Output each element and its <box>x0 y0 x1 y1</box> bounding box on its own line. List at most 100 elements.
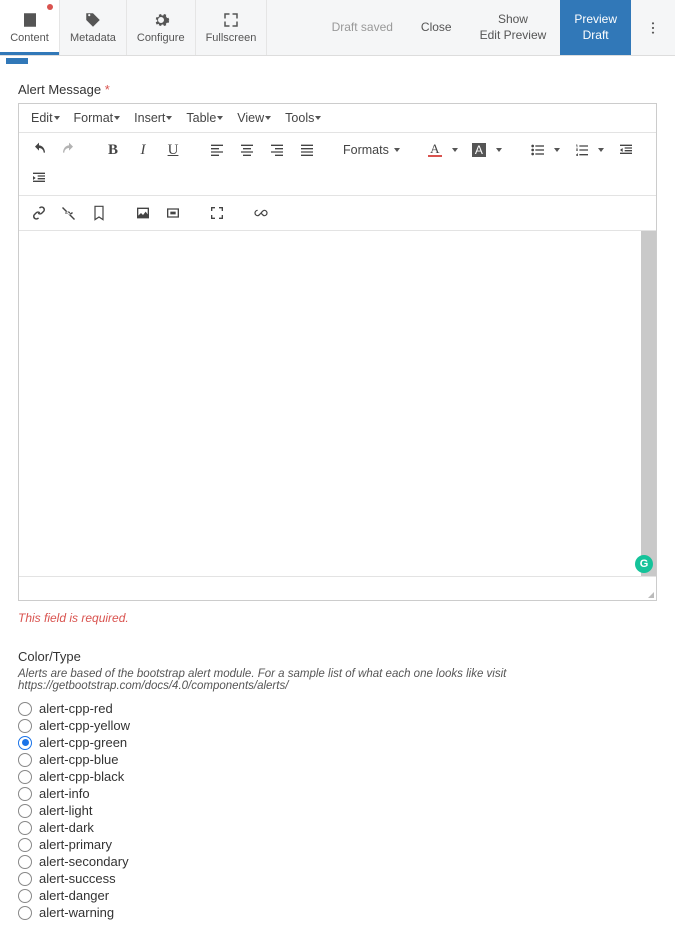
color-type-label: Color/Type <box>18 649 657 664</box>
radio-option-alert-warning[interactable]: alert-warning <box>18 904 657 921</box>
resize-handle[interactable] <box>644 588 654 598</box>
radio-option-alert-danger[interactable]: alert-danger <box>18 887 657 904</box>
tag-icon <box>84 11 102 29</box>
radio-label: alert-secondary <box>39 854 129 869</box>
outdent-button[interactable] <box>612 137 640 163</box>
redo-button[interactable] <box>55 137 83 163</box>
editor-toolbar-row-1: B I U Formats A A <box>19 133 656 196</box>
radio-label: alert-dark <box>39 820 94 835</box>
background-color-button[interactable]: A <box>466 137 508 163</box>
radio-icon <box>18 889 32 903</box>
tab-configure[interactable]: Configure <box>127 0 196 55</box>
radio-icon <box>18 702 32 716</box>
undo-button[interactable] <box>25 137 53 163</box>
more-vertical-icon <box>645 20 661 36</box>
radio-option-alert-light[interactable]: alert-light <box>18 802 657 819</box>
radio-option-alert-primary[interactable]: alert-primary <box>18 836 657 853</box>
radio-option-alert-info[interactable]: alert-info <box>18 785 657 802</box>
radio-option-alert-cpp-green[interactable]: alert-cpp-green <box>18 734 657 751</box>
radio-label: alert-primary <box>39 837 112 852</box>
underline-button[interactable]: U <box>159 137 187 163</box>
text-color-button[interactable]: A <box>422 137 464 163</box>
infinity-button[interactable] <box>247 200 275 226</box>
tab-metadata-label: Metadata <box>70 32 116 44</box>
radio-icon <box>18 753 32 767</box>
radio-option-alert-cpp-yellow[interactable]: alert-cpp-yellow <box>18 717 657 734</box>
radio-option-alert-cpp-blue[interactable]: alert-cpp-blue <box>18 751 657 768</box>
radio-option-alert-secondary[interactable]: alert-secondary <box>18 853 657 870</box>
radio-icon <box>18 736 32 750</box>
align-left-button[interactable] <box>203 137 231 163</box>
tab-fullscreen-label: Fullscreen <box>206 32 257 44</box>
italic-button[interactable]: I <box>129 137 157 163</box>
align-right-icon <box>269 142 285 158</box>
infinity-icon <box>253 205 269 221</box>
radio-icon <box>18 804 32 818</box>
tab-metadata[interactable]: Metadata <box>60 0 127 55</box>
radio-option-alert-dark[interactable]: alert-dark <box>18 819 657 836</box>
radio-icon <box>18 906 32 920</box>
align-left-icon <box>209 142 225 158</box>
anchor-button[interactable] <box>85 200 113 226</box>
unlink-button[interactable] <box>55 200 83 226</box>
link-button[interactable] <box>25 200 53 226</box>
image-button[interactable] <box>129 200 157 226</box>
radio-label: alert-cpp-green <box>39 735 127 750</box>
menu-tools[interactable]: Tools <box>279 108 327 128</box>
radio-label: alert-light <box>39 803 92 818</box>
bullet-list-button[interactable] <box>524 137 566 163</box>
align-right-button[interactable] <box>263 137 291 163</box>
radio-icon <box>18 787 32 801</box>
tab-configure-label: Configure <box>137 32 185 44</box>
image-icon <box>135 205 151 221</box>
radio-icon <box>18 838 32 852</box>
tab-content[interactable]: Content <box>0 0 60 55</box>
tab-content-label: Content <box>10 32 49 44</box>
numbered-list-icon <box>574 142 590 158</box>
menu-insert[interactable]: Insert <box>128 108 178 128</box>
close-button[interactable]: Close <box>407 0 466 55</box>
formats-dropdown[interactable]: Formats <box>337 137 406 163</box>
expand-icon <box>209 205 225 221</box>
grammarly-icon[interactable]: G <box>635 555 653 573</box>
bullet-list-icon <box>530 142 546 158</box>
more-actions-button[interactable] <box>631 0 675 55</box>
numbered-list-button[interactable] <box>568 137 610 163</box>
editor-scrollbar[interactable] <box>641 231 656 576</box>
radio-label: alert-cpp-yellow <box>39 718 130 733</box>
radio-icon <box>18 821 32 835</box>
radio-label: alert-danger <box>39 888 109 903</box>
bold-button[interactable]: B <box>99 137 127 163</box>
radio-option-alert-success[interactable]: alert-success <box>18 870 657 887</box>
embed-icon <box>165 205 181 221</box>
align-justify-button[interactable] <box>293 137 321 163</box>
editor-content-area[interactable]: G <box>19 231 656 576</box>
content-icon <box>21 11 39 29</box>
menu-view[interactable]: View <box>231 108 277 128</box>
fullscreen-icon <box>222 11 240 29</box>
menu-table[interactable]: Table <box>180 108 229 128</box>
redo-icon <box>61 142 77 158</box>
preview-draft-button[interactable]: Preview Draft <box>560 0 631 55</box>
color-type-help: Alerts are based of the bootstrap alert … <box>18 668 657 692</box>
radio-label: alert-warning <box>39 905 114 920</box>
radio-icon <box>18 770 32 784</box>
editor-menubar: Edit Format Insert Table View Tools <box>19 104 656 133</box>
field-error-message: This field is required. <box>18 611 657 625</box>
indent-button[interactable] <box>25 165 53 191</box>
radio-icon <box>18 872 32 886</box>
fullscreen-editor-button[interactable] <box>203 200 231 226</box>
show-edit-preview-button[interactable]: Show Edit Preview <box>466 0 561 55</box>
align-center-button[interactable] <box>233 137 261 163</box>
link-icon <box>31 205 47 221</box>
editor-toolbar-row-2 <box>19 196 656 231</box>
radio-label: alert-cpp-blue <box>39 752 119 767</box>
menu-format[interactable]: Format <box>68 108 127 128</box>
radio-option-alert-cpp-red[interactable]: alert-cpp-red <box>18 700 657 717</box>
menu-edit[interactable]: Edit <box>25 108 66 128</box>
radio-option-alert-cpp-black[interactable]: alert-cpp-black <box>18 768 657 785</box>
radio-label: alert-cpp-red <box>39 701 113 716</box>
tab-fullscreen[interactable]: Fullscreen <box>196 0 268 55</box>
embed-button[interactable] <box>159 200 187 226</box>
bookmark-icon <box>91 205 107 221</box>
